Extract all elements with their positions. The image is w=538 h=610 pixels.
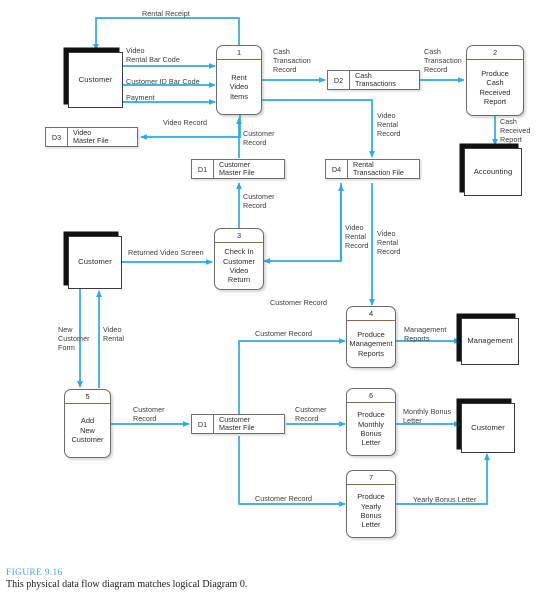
flow-label-payment: Payment	[126, 93, 155, 102]
process-5-add-new-customer[interactable]: 5 Add New Customer	[64, 389, 111, 458]
process-name: Produce Monthly Bonus Letter	[357, 410, 385, 448]
flow-label-video-rental-record-2: Video Rental Record	[345, 223, 369, 250]
figure-caption-text: This physical data flow diagram matches …	[6, 579, 248, 590]
store-code: D1	[192, 160, 214, 178]
store-name: Customer Master File	[219, 159, 255, 177]
entity-label: Accounting	[473, 166, 513, 176]
entity-label: Customer	[471, 422, 505, 432]
flow-label-video-rental-record-3: Video Rental Record	[377, 229, 401, 256]
entity-management[interactable]: Management	[461, 318, 519, 365]
flow-label-new-customer-form: New Customer Form	[58, 325, 90, 352]
store-d2-cash-transactions[interactable]: D2 Cash Transactions	[327, 70, 420, 90]
store-code: D4	[326, 160, 348, 178]
flow-label-customer-record-2: Customer Record	[243, 192, 275, 210]
entity-customer-top[interactable]: Customer	[68, 52, 123, 108]
process-3-check-in-customer-video-return[interactable]: 3 Check In Customer Video Return	[214, 228, 264, 290]
process-2-produce-cash-received-report[interactable]: 2 Produce Cash Received Report	[466, 45, 524, 116]
flow-label-customer-id-bar-code: Customer ID Bar Code	[126, 77, 200, 86]
process-name: Rent Video Items	[229, 72, 249, 101]
store-name: Customer Master File	[219, 414, 255, 432]
flow-customer-record-to-p4	[238, 338, 346, 414]
store-name: Cash Transactions	[355, 70, 396, 88]
flow-label-returned-video-screen: Returned Video Screen	[128, 248, 204, 257]
store-name: Rental Transaction File	[353, 159, 404, 177]
store-d1-customer-master-file-top[interactable]: D1 Customer Master File	[191, 159, 285, 179]
figure-number: FIGURE 9.16	[6, 568, 63, 578]
store-name: Video Master File	[73, 127, 109, 145]
flow-label-rental-receipt: Rental Receipt	[142, 9, 190, 18]
process-number: 4	[347, 307, 395, 321]
process-name: Check In Customer Video Return	[222, 247, 256, 285]
process-1-rent-video-items[interactable]: 1 Rent Video Items	[216, 45, 262, 115]
flow-label-customer-record-1: Customer Record	[243, 129, 275, 147]
store-code: D2	[328, 71, 350, 89]
flow-label-cash-received-report: Cash Received Report	[500, 117, 531, 144]
store-d3-video-master-file[interactable]: D3 Video Master File	[45, 127, 138, 147]
process-number: 7	[347, 471, 395, 485]
store-code: D1	[192, 415, 214, 433]
process-number: 2	[467, 46, 523, 60]
store-d4-rental-transaction-file[interactable]: D4 Rental Transaction File	[325, 159, 420, 179]
entity-label: Customer	[78, 257, 112, 267]
entity-label: Customer	[78, 74, 113, 84]
flow-label-video-rental: Video Rental	[103, 325, 125, 343]
flow-label-customer-record-3: Customer Record	[270, 298, 328, 307]
flow-label-customer-record-4: Customer Record	[255, 329, 313, 338]
process-number: 5	[65, 390, 110, 404]
flow-label-video-rental-bar-code: Video Rental Bar Code	[126, 46, 180, 64]
process-number: 1	[217, 46, 261, 60]
store-d1-customer-master-file-bottom[interactable]: D1 Customer Master File	[191, 414, 285, 434]
flow-label-customer-record-6: Customer Record	[295, 405, 327, 423]
flow-label-video-rental-record-1: Video Rental Record	[377, 111, 401, 138]
entity-label: Management	[467, 336, 513, 346]
process-number: 6	[347, 389, 395, 403]
process-number: 3	[215, 229, 263, 243]
flow-video-rental-record-to-d4	[262, 99, 375, 158]
flow-label-cash-transaction-record-1: Cash Transaction Record	[273, 47, 311, 74]
process-name: Produce Cash Received Report	[479, 68, 511, 106]
figure-caption: FIGURE 9.16 This physical data flow diag…	[6, 568, 426, 590]
flow-label-management-reports: Management Reports	[404, 325, 447, 343]
flow-label-yearly-bonus-letter: Yearly Bonus Letter	[413, 495, 477, 504]
process-7-produce-yearly-bonus-letter[interactable]: 7 Produce Yearly Bonus Letter	[346, 470, 396, 538]
store-code: D3	[46, 128, 68, 146]
entity-customer-middle[interactable]: Customer	[68, 236, 122, 289]
process-6-produce-monthly-bonus-letter[interactable]: 6 Produce Monthly Bonus Letter	[346, 388, 396, 456]
process-4-produce-management-reports[interactable]: 4 Produce Management Reports	[346, 306, 396, 368]
flow-label-video-record: Video Record	[163, 118, 208, 127]
entity-customer-bottom[interactable]: Customer	[461, 403, 515, 453]
flow-label-customer-record-5: Customer Record	[133, 405, 165, 423]
process-name: Produce Management Reports	[349, 329, 393, 358]
process-name: Add New Customer	[71, 416, 104, 445]
flow-label-cash-transaction-record-2: Cash Transaction Record	[424, 47, 462, 74]
process-name: Produce Yearly Bonus Letter	[357, 492, 385, 530]
flow-label-monthly-bonus-letter: Monthly Bonus Letter	[403, 407, 452, 425]
flow-label-customer-record-7: Customer Record	[255, 494, 313, 503]
flow-video-rental-record-d4-to-p3	[263, 183, 342, 264]
data-flow-diagram: Customer Accounting Customer Management …	[0, 0, 538, 610]
entity-accounting[interactable]: Accounting	[464, 148, 522, 196]
